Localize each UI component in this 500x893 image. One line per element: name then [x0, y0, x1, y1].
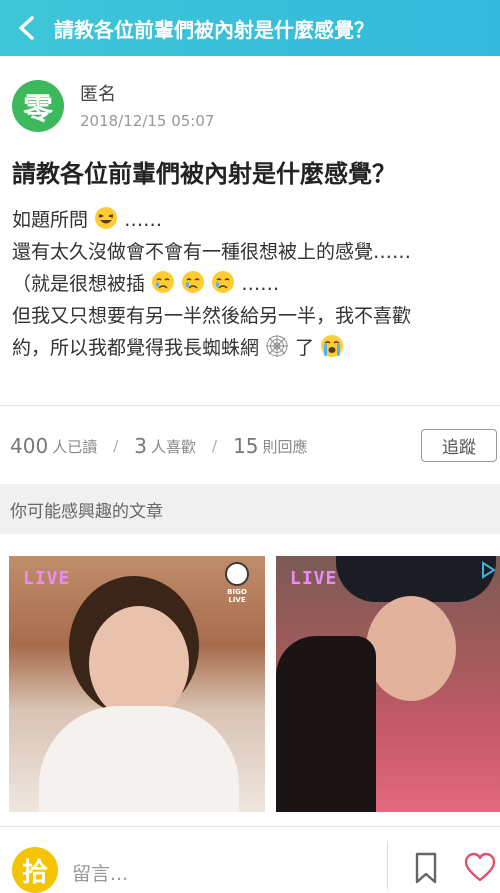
top-bar: 請教各位前輩們被內射是什麼感覺？ [0, 0, 500, 56]
likes-label: 人喜歡 [151, 437, 197, 456]
reads-label: 人已讀 [52, 437, 98, 456]
user-avatar[interactable]: 拾 [12, 847, 58, 893]
heart-icon[interactable] [463, 851, 497, 885]
author-name[interactable]: 匿名 [80, 80, 116, 106]
live-label: LIVE [23, 568, 71, 589]
reads-count: 400 [10, 434, 49, 458]
card-image-cap [336, 556, 496, 602]
comment-input[interactable]: 留言... [72, 859, 128, 886]
post-text: 約，所以我都覺得我長蜘蛛網 [12, 337, 260, 359]
sobbing-emoji-icon [321, 335, 344, 357]
post-text: 了 [295, 337, 315, 359]
card-image-hair [276, 636, 376, 812]
bigo-brand: BIGO LIVE [227, 588, 247, 604]
author-block: 零 匿名 2018/12/15 05:07 [0, 56, 500, 144]
back-icon [19, 16, 34, 40]
post-date: 2018/12/15 05:07 [80, 112, 215, 130]
bottom-bar: 拾 留言... [0, 827, 500, 893]
post-text: …… [124, 209, 163, 231]
follow-button[interactable]: 追蹤 [421, 429, 497, 462]
related-heading: 你可能感興趣的文章 [0, 484, 500, 534]
post-text: …… [241, 273, 280, 295]
post-line: 但我又只想要有另一半然後給另一半，我不喜歡 [12, 300, 490, 332]
back-button[interactable] [0, 0, 54, 56]
author-avatar[interactable]: 零 [12, 80, 64, 132]
post-line: 約，所以我都覺得我長蜘蛛網 了 [12, 332, 490, 364]
post-title: 請教各位前輩們被內射是什麼感覺？ [12, 160, 396, 188]
post-body: 如題所問 …… 還有太久沒做會不會有一種很想被上的感覺…… （就是很想被插 ……… [12, 204, 490, 364]
post-text: 如題所問 [12, 209, 89, 231]
replies-count: 15 [233, 434, 259, 458]
header-title: 請教各位前輩們被內射是什麼感覺？ [54, 17, 374, 42]
laughing-emoji-icon [95, 207, 118, 229]
post-text: （就是很想被插 [12, 273, 146, 295]
post-line: （就是很想被插 …… [12, 268, 490, 300]
bigo-logo-icon: BIGO LIVE [219, 562, 255, 604]
card-image-body [39, 706, 239, 812]
section-spacer [0, 534, 500, 556]
divider [0, 405, 500, 406]
divider [387, 841, 388, 889]
crying-emoji-icon [182, 271, 205, 293]
post-line: 如題所問 …… [12, 204, 490, 236]
live-label: LIVE [290, 568, 338, 589]
replies-label: 則回應 [262, 437, 308, 456]
post-text: 還有太久沒做會不會有一種很想被上的感覺…… [12, 241, 412, 263]
crying-emoji-icon [152, 271, 175, 293]
ad-choices-icon[interactable] [478, 560, 498, 580]
bookmark-icon[interactable] [412, 851, 440, 885]
card-image-face [89, 606, 189, 721]
related-card-2[interactable]: LIVE [276, 556, 500, 812]
card-image-face [366, 596, 456, 701]
likes-count: 3 [134, 434, 147, 458]
stats-separator: / [113, 437, 119, 455]
crying-emoji-icon [212, 271, 235, 293]
bigo-face [225, 562, 249, 586]
post-text: 但我又只想要有另一半然後給另一半，我不喜歡 [12, 305, 412, 327]
post-line: 還有太久沒做會不會有一種很想被上的感覺…… [12, 236, 490, 268]
spiderweb-emoji-icon [266, 335, 289, 357]
post-stats: 400 人已讀 / 3 人喜歡 / 15 則回應 [10, 426, 308, 466]
stats-separator: / [212, 437, 218, 455]
related-card-1[interactable]: LIVE BIGO LIVE [9, 556, 265, 812]
